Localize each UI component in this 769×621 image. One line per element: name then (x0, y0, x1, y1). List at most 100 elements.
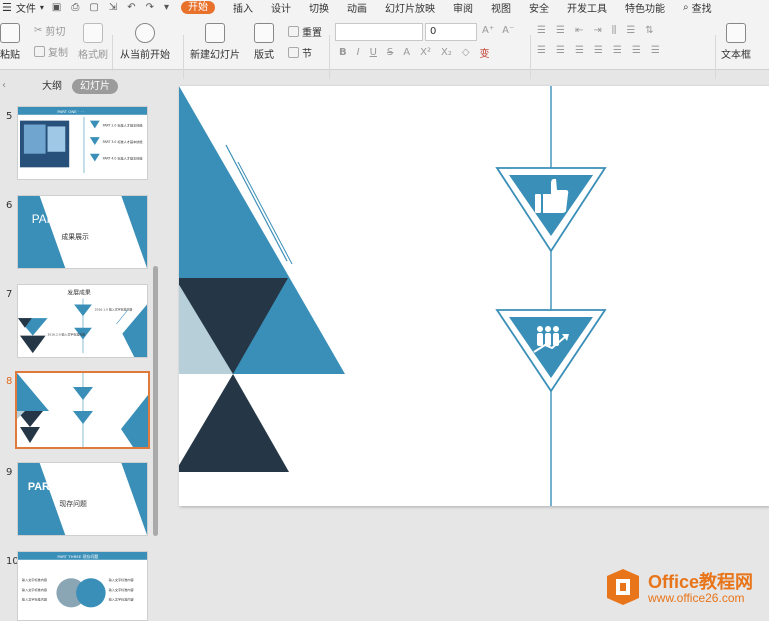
slide-canvas[interactable] (179, 86, 769, 506)
italic-icon[interactable]: I (357, 47, 360, 58)
file-menu[interactable]: 文件 (16, 0, 36, 15)
font-color-icon[interactable]: A (403, 47, 410, 58)
align-center-icon[interactable]: ☰ (556, 45, 565, 56)
font-format-buttons: B I U S A X² X₂ ◇ 变 (339, 45, 490, 60)
tab-security[interactable]: 安全 (529, 0, 549, 15)
paste-icon (0, 23, 20, 43)
new-slide-button[interactable]: 新建幻灯片 (190, 23, 240, 61)
slide-preview-selected (15, 371, 150, 449)
panel-scrollbar[interactable] (153, 266, 158, 536)
slide-label: 2016.1.0 输入文字标准内容 (95, 306, 133, 311)
underline-icon[interactable]: U (370, 47, 377, 58)
distribute-icon[interactable]: ☰ (613, 45, 622, 56)
ribbon: 粘贴 ✂ 剪切 复制 格式刷 从当前开始 新建幻灯片 版式 重置 节 0 A⁺ … (0, 15, 769, 79)
slide-thumbnail-5[interactable]: 5 PART ONE · · · PART 2.0 标准人才基本技能 PART … (0, 106, 155, 186)
slide-preview-graphic: 发展成果 2016.1.0 输入文字标准内容 2016.2.0 输入文字标准内容 (18, 289, 147, 357)
export-icon[interactable]: ⇲ (109, 2, 117, 13)
format-painter-button[interactable]: 格式刷 (78, 23, 108, 61)
shrink-font-icon[interactable]: A⁻ (502, 25, 514, 36)
increase-indent-icon[interactable]: ⇥ (593, 25, 601, 36)
format-painter-label: 格式刷 (78, 50, 108, 61)
bottom-triangle-shape (179, 374, 289, 472)
slide-item: 输入文字标准内容 (22, 587, 47, 592)
slide-thumbnail-9[interactable]: 9 PART THREE 现存问题 (0, 462, 155, 542)
tab-developer[interactable]: 开发工具 (567, 0, 607, 15)
textbox-icon (726, 23, 746, 43)
decrease-indent-icon[interactable]: ⇤ (575, 25, 583, 36)
copy-button[interactable]: 复制 (34, 44, 68, 59)
tab-review[interactable]: 审阅 (453, 0, 473, 15)
play-from-current-label: 从当前开始 (120, 50, 170, 61)
phonetic-icon[interactable]: 变 (480, 45, 490, 60)
numbered-list-icon[interactable]: ☰ (556, 25, 565, 36)
tab-slideshow[interactable]: 幻灯片放映 (385, 0, 435, 15)
columns-icon[interactable]: ⫼ (612, 25, 617, 36)
watermark-url: www.office26.com (648, 591, 745, 605)
copy-icon (34, 46, 45, 57)
preview-icon[interactable]: ▢ (89, 2, 98, 13)
eraser-icon[interactable]: ◇ (462, 47, 470, 58)
tab-special[interactable]: 特色功能 (625, 0, 665, 15)
tab-insert[interactable]: 插入 (233, 0, 253, 15)
slide-thumbnail-6[interactable]: 6 PART TWO 成果展示 (0, 195, 155, 275)
font-name-select[interactable] (335, 23, 423, 41)
file-dropdown-icon[interactable]: ▾ (40, 3, 44, 12)
section-button[interactable]: 节 (288, 45, 312, 60)
redo-icon[interactable]: ↷ (146, 2, 154, 13)
undo-icon[interactable]: ↶ (127, 2, 135, 13)
search-icon[interactable]: ⌕ (683, 2, 689, 13)
search-button[interactable]: 查找 (692, 0, 712, 15)
slide-thumbnail-7[interactable]: 7 发展成果 2016.1.0 输入文字标准内容 2016.2.0 输入文字标准… (0, 284, 155, 364)
thumbs-up-badge (495, 167, 607, 253)
subscript-icon[interactable]: X₂ (441, 47, 452, 58)
tab-slides[interactable]: 幻灯片 (72, 79, 118, 94)
tab-outline[interactable]: 大纲 (34, 79, 70, 94)
spacing-icon[interactable]: ☰ (632, 45, 641, 56)
bullet-list-icon[interactable]: ☰ (537, 25, 546, 36)
tab-animations[interactable]: 动画 (347, 0, 367, 15)
play-from-current-button[interactable]: 从当前开始 (120, 23, 170, 61)
reset-label: 重置 (302, 28, 322, 39)
tab-view[interactable]: 视图 (491, 0, 511, 15)
hamburger-icon[interactable]: ☰ (2, 1, 12, 14)
slide-thumbnail-10[interactable]: 10 PART THREE 现存问题 输入文字标准内容 输入文字标准内容 输入文… (0, 551, 155, 621)
paste-label: 粘贴 (0, 50, 20, 61)
tab-design[interactable]: 设计 (271, 0, 291, 15)
slide-bullet: PART 2.0 标准人才基本技能 (103, 122, 143, 127)
slide-item: 输入文字标准内容 (109, 587, 134, 592)
slide-thumbnail-8[interactable]: 8 (0, 371, 155, 453)
slide-preview-graphic: PART ONE · · · PART 2.0 标准人才基本技能 PART 3.… (18, 107, 147, 174)
print-icon[interactable]: ⎙ (71, 2, 79, 13)
quick-access-toolbar: ▣ ⎙ ▢ ⇲ ↶ ↷ ▾ (52, 2, 169, 13)
paste-button[interactable]: 粘贴 (0, 23, 20, 61)
grow-font-icon[interactable]: A⁺ (482, 25, 494, 36)
align-left-icon[interactable]: ☰ (537, 45, 546, 56)
align-right-icon[interactable]: ☰ (575, 45, 584, 56)
reset-button[interactable]: 重置 (288, 24, 322, 39)
layout-label: 版式 (254, 50, 274, 61)
cut-button[interactable]: ✂ 剪切 (34, 23, 65, 38)
slide-label: 2016.2.0 输入文字标准内容 (48, 332, 86, 337)
slide-title: PART TWO (32, 213, 93, 226)
justify-icon[interactable]: ☰ (594, 45, 603, 56)
strikethrough-icon[interactable]: S (387, 47, 393, 58)
scissors-icon: ✂ (34, 25, 43, 36)
font-size-select[interactable]: 0 (425, 23, 477, 41)
layout-button[interactable]: 版式 (254, 23, 274, 61)
tab-transitions[interactable]: 切换 (309, 0, 329, 15)
tab-home[interactable]: 开始 (181, 1, 215, 14)
slide-number: 9 (6, 467, 13, 478)
customize-icon[interactable]: ▾ (164, 2, 169, 13)
slide-preview-graphic (17, 373, 148, 447)
collapse-panel-icon[interactable]: ‹ (2, 80, 6, 91)
superscript-icon[interactable]: X² (420, 47, 431, 58)
save-icon[interactable]: ▣ (52, 2, 61, 13)
textbox-button[interactable]: 文本框 (721, 23, 751, 61)
slide-number: 5 (6, 111, 13, 122)
text-direction-icon[interactable]: ⇅ (645, 25, 653, 36)
watermark: Office教程网 www.office26.com (606, 566, 769, 611)
line-spacing-icon[interactable]: ☰ (626, 25, 635, 36)
bold-icon[interactable]: B (339, 47, 347, 58)
slide-bullet: PART 4.0 标准人才基本技能 (103, 156, 143, 161)
align-text-icon[interactable]: ☰ (651, 45, 660, 56)
